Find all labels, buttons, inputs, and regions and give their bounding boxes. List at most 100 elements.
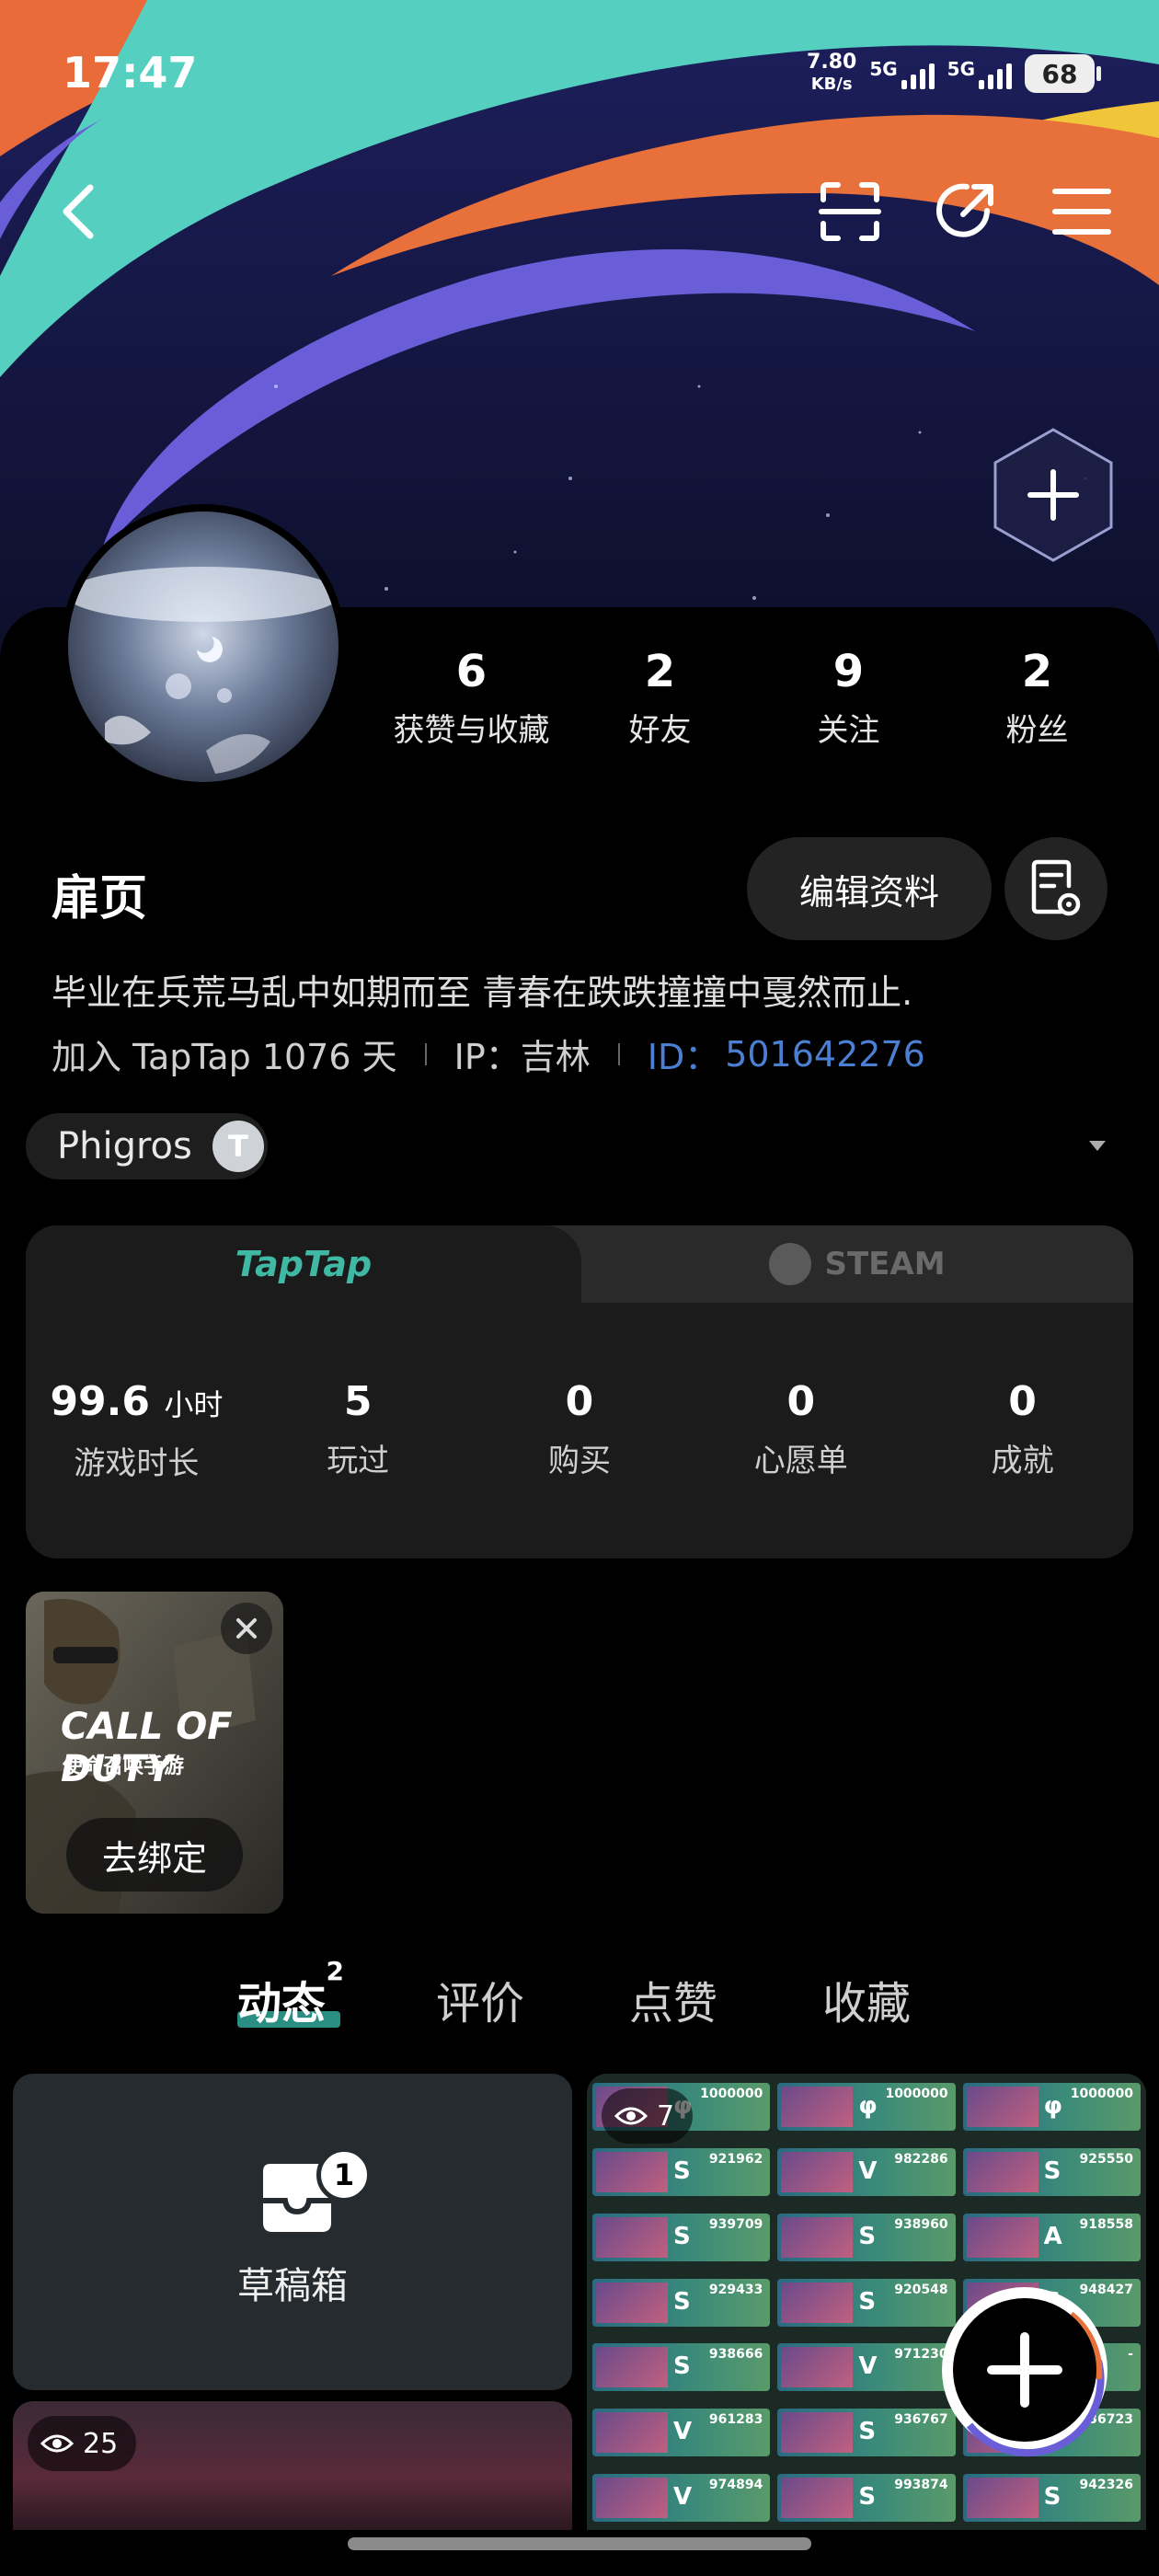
stat-followers[interactable]: 2 粉丝	[943, 644, 1131, 750]
stat-following[interactable]: 9 关注	[754, 644, 943, 750]
score-value: 1000000	[1070, 2087, 1133, 2101]
score-value: 918558	[1079, 2216, 1133, 2232]
menu-icon	[1052, 189, 1111, 235]
playtime-unit: 小时	[164, 1387, 224, 1422]
eye-icon	[614, 2107, 648, 2125]
chevron-down-icon[interactable]	[1089, 1141, 1106, 1151]
song-thumbnail	[596, 2282, 668, 2323]
pstat-wishlist[interactable]: 0 心愿单	[690, 1376, 912, 1483]
bio-text: 毕业在兵荒马乱中如期而至 青春在跌跌撞撞中戛然而止.	[52, 972, 913, 1013]
tab-steam[interactable]: STEAM	[581, 1225, 1133, 1303]
stat-label: 粉丝	[1005, 712, 1069, 749]
view-count: 25	[28, 2416, 137, 2471]
menu-button[interactable]	[1045, 175, 1119, 248]
score-value: 939709	[708, 2216, 763, 2232]
add-widget-button[interactable]	[990, 426, 1117, 564]
tab-favorites[interactable]: 收藏	[822, 1967, 911, 2031]
score-value: 929433	[708, 2282, 763, 2297]
score-value: 974894	[708, 2478, 763, 2493]
scan-button[interactable]	[813, 175, 887, 248]
song-thumbnail	[781, 2282, 854, 2323]
document-gear-icon	[1031, 859, 1081, 916]
pstat-label: 心愿单	[753, 1443, 848, 1479]
score-rank: S	[673, 2352, 691, 2381]
song-thumbnail	[966, 2478, 1039, 2519]
pstat-label: 成就	[991, 1443, 1054, 1479]
score-value: 938666	[708, 2347, 763, 2363]
game-tag-phigros[interactable]: Phigros T	[26, 1113, 268, 1179]
tab-posts-count: 2	[326, 1956, 345, 1986]
score-rank: S	[673, 2156, 691, 2185]
bind-account-button[interactable]: 去绑定	[66, 1818, 243, 1892]
create-post-button[interactable]	[933, 2278, 1117, 2462]
score-entry: S 936767	[777, 2409, 956, 2457]
avatar[interactable]	[61, 504, 346, 789]
score-value: 982286	[894, 2151, 948, 2167]
stat-value: 6	[455, 646, 488, 697]
scan-icon	[819, 182, 881, 241]
score-value: 1000000	[885, 2087, 948, 2101]
pstat-achievements[interactable]: 0 成就	[912, 1376, 1133, 1483]
edit-profile-button[interactable]: 编辑资料	[747, 837, 992, 940]
game-subtitle: 使命召唤手游	[63, 1755, 185, 1778]
pstat-value: 0	[1008, 1378, 1037, 1425]
profile-meta: 加入 TapTap 1076 天 IP：吉林 ID： 501642276	[52, 1029, 925, 1079]
view-count-value: 25	[83, 2427, 119, 2460]
song-thumbnail	[596, 2151, 668, 2192]
share-button[interactable]	[929, 175, 1003, 248]
signal-sim1: 5G	[869, 58, 935, 89]
tab-taptap[interactable]: TapTap	[26, 1225, 581, 1303]
tab-reviews[interactable]: 评价	[436, 1967, 524, 2031]
status-indicators: 7.80 KB/s 5G 5G 68	[807, 52, 1101, 96]
tab-posts[interactable]: 动态 2	[237, 1956, 344, 2031]
song-thumbnail	[596, 2216, 668, 2258]
score-rank: V	[858, 2156, 878, 2185]
user-id[interactable]: 501642276	[725, 1034, 925, 1075]
sim2-label: 5G	[947, 58, 975, 80]
score-rank: φ	[858, 2092, 878, 2120]
pstat-played[interactable]: 5 玩过	[247, 1376, 469, 1483]
score-entry: S 942326	[962, 2474, 1141, 2523]
song-thumbnail	[781, 2151, 854, 2192]
score-entry: φ 1000000	[777, 2083, 956, 2131]
avatar-image	[68, 512, 339, 782]
score-entry: V 971230	[777, 2343, 956, 2392]
song-thumbnail	[596, 2412, 668, 2454]
hexagon-plus-icon	[993, 428, 1113, 562]
pstat-label: 玩过	[327, 1443, 390, 1479]
signal-sim2: 5G	[947, 58, 1012, 89]
back-button[interactable]	[40, 175, 114, 248]
stat-likes[interactable]: 6 获赞与收藏	[377, 644, 566, 750]
score-rank: V	[673, 2418, 693, 2446]
pstat-purchased[interactable]: 0 购买	[469, 1376, 691, 1483]
post-card[interactable]: 25	[13, 2401, 572, 2530]
bind-game-card[interactable]: CALL OF DUTY 使命召唤手游 去绑定	[26, 1592, 283, 1914]
score-rank: S	[1043, 2156, 1061, 2185]
score-rank: S	[858, 2483, 877, 2512]
score-rank: S	[858, 2418, 877, 2446]
close-icon	[236, 1618, 257, 1639]
song-thumbnail	[966, 2151, 1039, 2192]
pstat-playtime[interactable]: 99.6 小时 游戏时长	[26, 1376, 247, 1483]
home-indicator[interactable]	[348, 2537, 811, 2550]
song-thumbnail	[596, 2478, 668, 2519]
playtime-value: 99.6	[50, 1378, 150, 1425]
signal-bars-icon	[979, 58, 1012, 89]
score-rank: S	[858, 2222, 877, 2250]
profile-settings-button[interactable]	[1004, 837, 1107, 940]
score-rank: S	[1043, 2483, 1061, 2512]
dismiss-button[interactable]	[221, 1603, 272, 1654]
sim1-label: 5G	[869, 58, 898, 80]
drafts-card[interactable]: 1 草稿箱	[13, 2074, 572, 2390]
score-entry: V 974894	[592, 2474, 771, 2523]
score-entry: S 939709	[592, 2213, 771, 2261]
score-rank: S	[858, 2287, 877, 2316]
steam-icon	[769, 1243, 812, 1285]
tab-likes[interactable]: 点赞	[629, 1967, 717, 2031]
pstat-label: 游戏时长	[74, 1445, 200, 1482]
song-thumbnail	[966, 2216, 1039, 2258]
pstat-value: 0	[786, 1378, 816, 1425]
stat-friends[interactable]: 2 好友	[566, 644, 754, 750]
score-rank: S	[673, 2222, 691, 2250]
divider	[617, 1042, 620, 1065]
